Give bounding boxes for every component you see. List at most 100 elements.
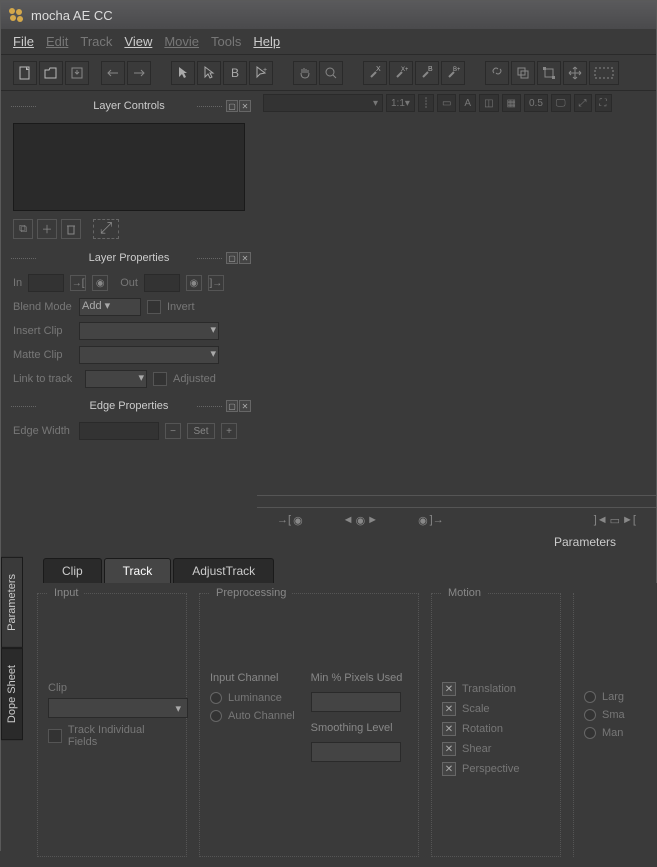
rotation-checkbox[interactable]: ✕ [442, 722, 456, 736]
small-radio[interactable] [584, 709, 596, 721]
in-field[interactable] [28, 274, 64, 292]
tab-adjusttrack[interactable]: AdjustTrack [173, 558, 274, 583]
smoothing-field[interactable] [311, 742, 401, 762]
menu-view[interactable]: View [124, 34, 152, 49]
zoom-fit-icon[interactable]: ▭ [610, 514, 620, 527]
brush-xplus-icon[interactable]: X+ [389, 61, 413, 85]
vp-expand-icon[interactable]: ⤢ [574, 94, 592, 112]
opacity-field[interactable]: 0.5 [524, 94, 548, 112]
duplicate-layer-icon[interactable]: ⧉ [13, 219, 33, 239]
panel-close-icon[interactable]: ✕ [239, 100, 251, 112]
edge-minus-icon[interactable]: − [165, 423, 181, 439]
rotation-label: Rotation [462, 723, 503, 735]
input-fieldset: Input Clip ▾ Track Individual Fields [37, 593, 187, 857]
add-layer-icon[interactable]: ＋ [37, 219, 57, 239]
vp-display-icon[interactable]: ▭ [437, 94, 456, 112]
scale-checkbox[interactable]: ✕ [442, 702, 456, 716]
motion-legend: Motion [442, 587, 487, 599]
zoom-out-icon[interactable]: ]◄ [594, 514, 608, 527]
side-tabs: Parameters Dope Sheet [1, 557, 23, 867]
timeline[interactable]: →[ ◉ ◄ ◉ ► ◉ ]→ ]◄ ▭ ►[ [257, 495, 656, 531]
perspective-checkbox[interactable]: ✕ [442, 762, 456, 776]
luminance-radio[interactable] [210, 692, 222, 704]
zoom-in-icon[interactable]: ►[ [622, 514, 636, 527]
layer-list[interactable] [13, 123, 245, 211]
edge-set-button[interactable]: Set [187, 423, 215, 439]
link-track-select[interactable]: ▾ [85, 370, 147, 388]
panel-undock-icon[interactable]: ▢ [226, 252, 238, 264]
out-key-icon[interactable]: ◉ [186, 275, 202, 291]
open-file-icon[interactable] [39, 61, 63, 85]
panel-close-icon[interactable]: ✕ [239, 252, 251, 264]
marquee-icon[interactable] [589, 61, 619, 85]
auto-channel-radio[interactable] [210, 710, 222, 722]
expand-icon[interactable]: ⤢ [93, 219, 119, 239]
panel-close-icon[interactable]: ✕ [239, 400, 251, 412]
next-key-icon[interactable]: ► [367, 514, 378, 527]
zoom-select[interactable]: 1:1 ▾ [386, 94, 415, 112]
timeline-ruler[interactable] [257, 496, 656, 508]
insert-clip-select[interactable]: ▾ [79, 322, 219, 340]
link-icon[interactable] [485, 61, 509, 85]
zoom-icon[interactable] [319, 61, 343, 85]
matte-clip-label: Matte Clip [13, 349, 73, 361]
vp-a-icon[interactable]: A [459, 94, 476, 112]
invert-checkbox[interactable] [147, 300, 161, 314]
out-bracket-icon[interactable]: ]→ [208, 275, 224, 291]
prev-key-icon[interactable]: ◄ [343, 514, 354, 527]
translation-checkbox[interactable]: ✕ [442, 682, 456, 696]
vp-fullscreen-icon[interactable]: ⛶ [595, 94, 612, 112]
hand-icon[interactable] [293, 61, 317, 85]
move-icon[interactable] [563, 61, 587, 85]
new-file-icon[interactable] [13, 61, 37, 85]
out-field[interactable] [144, 274, 180, 292]
svg-text:B: B [428, 66, 433, 73]
blend-mode-select[interactable]: Add ▾ [79, 298, 141, 316]
side-tab-dope-sheet[interactable]: Dope Sheet [1, 648, 23, 740]
in-key-icon[interactable]: ◉ [92, 275, 108, 291]
menu-file[interactable]: File [13, 34, 34, 49]
overlap-icon[interactable] [511, 61, 535, 85]
bottom-area: Parameters Dope Sheet Clip Track AdjustT… [1, 557, 656, 867]
matte-clip-select[interactable]: ▾ [79, 346, 219, 364]
brush-b-icon[interactable]: B [415, 61, 439, 85]
transform-icon[interactable] [537, 61, 561, 85]
key-icon[interactable]: ◉ [293, 514, 303, 527]
in-point-icon[interactable]: →[ [277, 514, 291, 527]
brush-bplus-icon[interactable]: B+ [441, 61, 465, 85]
brush-x-icon[interactable]: X [363, 61, 387, 85]
key-icon[interactable]: ◉ [418, 514, 428, 527]
vp-monitor-icon[interactable]: 🖵 [551, 94, 571, 112]
in-bracket-icon[interactable]: →[ [70, 275, 86, 291]
menu-help[interactable]: Help [253, 34, 280, 49]
large-radio[interactable] [584, 691, 596, 703]
tab-clip[interactable]: Clip [43, 558, 102, 583]
delete-layer-icon[interactable] [61, 219, 81, 239]
edge-plus-icon[interactable]: + [221, 423, 237, 439]
undo-icon[interactable] [101, 61, 125, 85]
edge-width-field[interactable] [79, 422, 159, 440]
vp-mask-icon[interactable]: ▦ [502, 94, 521, 112]
side-tab-parameters[interactable]: Parameters [1, 557, 23, 648]
key-nav-icon[interactable]: ◉ [356, 514, 366, 527]
panel-undock-icon[interactable]: ▢ [226, 100, 238, 112]
tab-track[interactable]: Track [104, 558, 172, 583]
pointer-alt-icon[interactable] [197, 61, 221, 85]
pointer-b-icon[interactable]: B [223, 61, 247, 85]
panel-undock-icon[interactable]: ▢ [226, 400, 238, 412]
viewport-canvas[interactable] [257, 115, 656, 495]
pointer-icon[interactable] [171, 61, 195, 85]
pointer-plus-icon[interactable]: + [249, 61, 273, 85]
min-pixels-field[interactable] [311, 692, 401, 712]
manual-radio[interactable] [584, 727, 596, 739]
save-icon[interactable] [65, 61, 89, 85]
vp-overlay-icon[interactable]: ◫ [479, 94, 498, 112]
clip-dropdown[interactable]: ▾ [263, 94, 383, 112]
track-individual-checkbox[interactable] [48, 729, 62, 743]
track-individual-label: Track Individual Fields [68, 724, 176, 748]
out-point-icon[interactable]: ]→ [430, 514, 444, 527]
shear-checkbox[interactable]: ✕ [442, 742, 456, 756]
redo-icon[interactable] [127, 61, 151, 85]
clip-select[interactable]: ▾ [48, 698, 188, 718]
adjusted-checkbox[interactable] [153, 372, 167, 386]
